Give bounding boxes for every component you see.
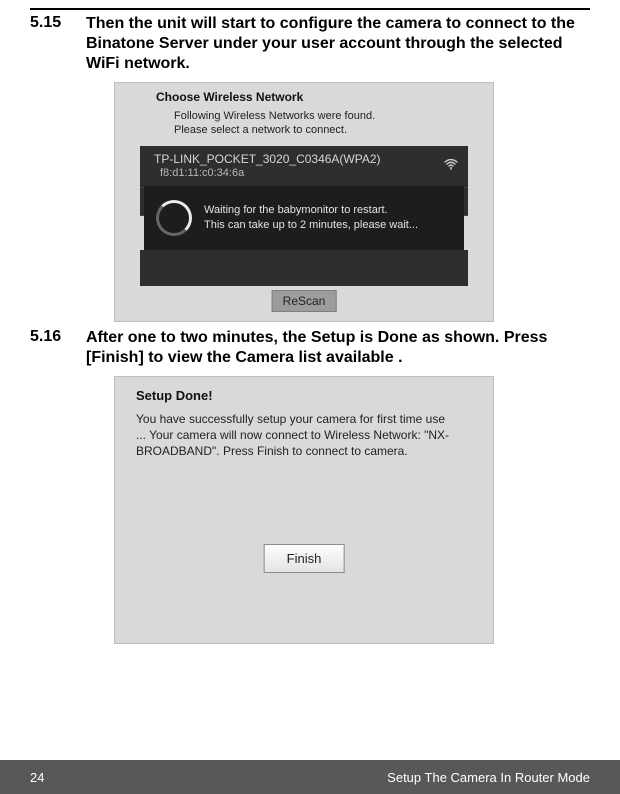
screenshot-setup-done: Setup Done! You have successfully setup … bbox=[114, 376, 494, 644]
section-5-16: 5.16 After one to two minutes, the Setup… bbox=[30, 328, 590, 368]
waiting-dialog: Waiting for the babymonitor to restart. … bbox=[144, 186, 464, 250]
finish-button[interactable]: Finish bbox=[264, 544, 345, 573]
wifi-signal-icon bbox=[444, 159, 458, 173]
rescan-button[interactable]: ReScan bbox=[272, 290, 337, 312]
horizontal-rule bbox=[30, 8, 590, 10]
wifi-mac: f8:d1:11:c0:34:6a bbox=[160, 167, 381, 181]
screenshot-choose-network: Choose Wireless Network Following Wirele… bbox=[114, 82, 494, 322]
page-number: 24 bbox=[30, 770, 44, 785]
section-text: After one to two minutes, the Setup is D… bbox=[86, 328, 590, 368]
choose-network-title: Choose Wireless Network bbox=[156, 90, 303, 104]
page-footer: 24 Setup The Camera In Router Mode bbox=[0, 760, 620, 794]
section-number: 5.15 bbox=[30, 14, 86, 74]
choose-network-subtitle: Following Wireless Networks were found. … bbox=[174, 110, 375, 138]
section-number: 5.16 bbox=[30, 328, 86, 368]
section-5-15: 5.15 Then the unit will start to configu… bbox=[30, 14, 590, 74]
page: 5.15 Then the unit will start to configu… bbox=[0, 8, 620, 794]
setup-done-body: You have successfully setup your camera … bbox=[136, 411, 456, 460]
wifi-list-filler bbox=[140, 250, 468, 286]
wifi-ssid: TP-LINK_POCKET_3020_C0346A(WPA2) bbox=[154, 152, 381, 167]
wifi-row-1[interactable]: TP-LINK_POCKET_3020_C0346A(WPA2) f8:d1:1… bbox=[140, 146, 468, 188]
spinner-icon bbox=[156, 200, 192, 236]
footer-title: Setup The Camera In Router Mode bbox=[387, 770, 590, 785]
setup-done-title: Setup Done! bbox=[136, 388, 472, 403]
waiting-message: Waiting for the babymonitor to restart. … bbox=[204, 203, 418, 233]
section-text: Then the unit will start to configure th… bbox=[86, 14, 590, 74]
